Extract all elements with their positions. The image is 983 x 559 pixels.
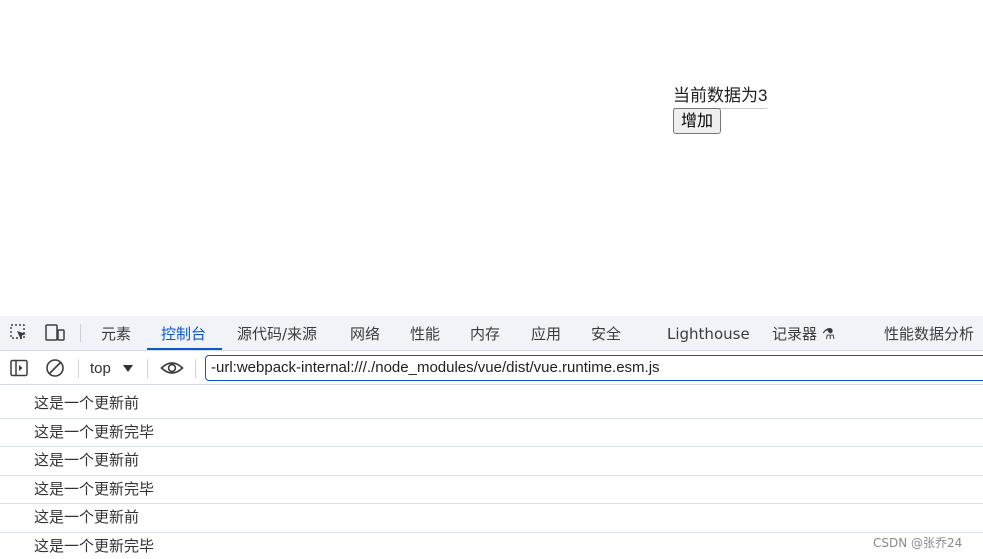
tab-application[interactable]: 应用	[531, 316, 561, 351]
toolbar-divider	[195, 359, 196, 378]
add-button[interactable]: 增加	[673, 108, 722, 134]
devtools-tab-bar: 元素 控制台 源代码/来源 网络 性能 内存 应用 安全 Lighthouse …	[0, 316, 983, 351]
tab-performance-insights[interactable]: 性能数据分析	[884, 316, 974, 351]
toolbar-divider	[147, 359, 148, 378]
console-log-list: 这是一个更新前 这是一个更新完毕 这是一个更新前 这是一个更新完毕 这是一个更新…	[0, 390, 983, 559]
tab-console[interactable]: 控制台	[161, 316, 206, 351]
tab-performance[interactable]: 性能	[410, 316, 440, 351]
tab-recorder[interactable]: 记录器 ⚗	[772, 316, 835, 351]
clear-console-icon[interactable]	[44, 357, 66, 379]
device-toggle-icon[interactable]	[44, 322, 66, 344]
toolbar-divider	[78, 359, 79, 378]
csdn-watermark: CSDN @张乔24	[873, 536, 963, 550]
console-message: 这是一个更新前	[0, 447, 983, 476]
counter-text: 当前数据为3	[673, 81, 768, 109]
console-message: 这是一个更新完毕	[0, 419, 983, 448]
tab-lighthouse[interactable]: Lighthouse	[667, 316, 750, 351]
console-filter-input[interactable]: -url:webpack-internal:///./node_modules/…	[205, 355, 983, 381]
context-caret-icon	[122, 364, 133, 372]
context-label: top	[90, 359, 111, 377]
tab-network[interactable]: 网络	[350, 316, 380, 351]
page-viewport: 当前数据为3 增加	[0, 0, 983, 316]
tab-memory[interactable]: 内存	[470, 316, 500, 351]
active-tab-indicator	[147, 348, 222, 350]
tab-sources[interactable]: 源代码/来源	[237, 316, 317, 351]
console-message: 这是一个更新完毕	[0, 533, 983, 559]
sidebar-toggle-icon[interactable]	[8, 357, 30, 379]
toolbar-divider	[80, 324, 81, 342]
context-selector[interactable]: top	[90, 358, 133, 378]
console-message: 这是一个更新完毕	[0, 476, 983, 505]
tab-security[interactable]: 安全	[591, 316, 621, 351]
tab-elements[interactable]: 元素	[101, 316, 131, 351]
console-toolbar: top -url:webpack-internal:///./node_modu…	[0, 351, 983, 385]
live-expression-eye-icon[interactable]	[160, 357, 184, 379]
console-message: 这是一个更新前	[0, 390, 983, 419]
console-message: 这是一个更新前	[0, 504, 983, 533]
devtools-panel: 元素 控制台 源代码/来源 网络 性能 内存 应用 安全 Lighthouse …	[0, 316, 983, 559]
inspect-element-icon[interactable]	[8, 322, 30, 344]
